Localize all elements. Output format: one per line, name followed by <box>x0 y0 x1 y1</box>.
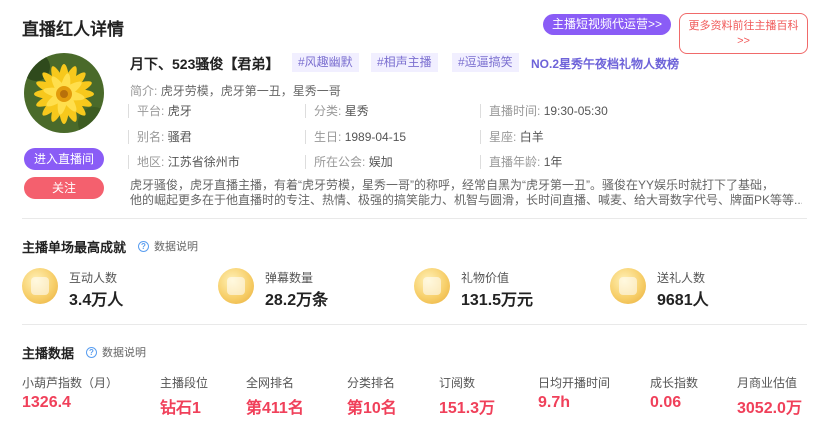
info-region: 地区: 江苏省徐州市 <box>128 155 240 169</box>
metric-global-rank: 全网排名 第411名 <box>246 376 304 417</box>
intro-label: 简介: <box>130 84 158 98</box>
page-title: 直播红人详情 <box>22 20 124 39</box>
question-icon: ? <box>86 346 97 358</box>
achievements-help[interactable]: ? 数据说明 <box>138 238 198 254</box>
intro-text: 虎牙劳模，虎牙第一丑，星秀一哥 <box>160 84 341 98</box>
achievements-title: 主播单场最高成就 <box>22 240 127 255</box>
crown-coin-icon <box>414 268 450 304</box>
tag-crosstalk[interactable]: #相声主播 <box>371 53 438 72</box>
info-live-time: 直播时间: 19:30-05:30 <box>480 104 608 118</box>
follow-button[interactable]: 关注 <box>24 177 104 199</box>
comment-coin-icon <box>218 268 254 304</box>
divider <box>22 324 807 325</box>
anchor-data-title: 主播数据 <box>22 346 75 361</box>
metric-category-rank: 分类排名 第10名 <box>347 376 397 417</box>
avatar <box>24 53 104 133</box>
info-category: 分类: 星秀 <box>305 104 369 118</box>
tag-funny[interactable]: #逗逼搞笑 <box>452 53 519 72</box>
metric-monthly-valuation: 月商业估值 3052.0万 <box>737 376 802 417</box>
enter-live-room-button[interactable]: 进入直播间 <box>24 148 104 170</box>
gift-coin-icon <box>610 268 646 304</box>
anchor-name: 月下、523骚俊【君弟】 <box>130 56 280 72</box>
users-coin-icon <box>22 268 58 304</box>
info-guild: 所在公会: 娱加 <box>305 155 393 169</box>
more-info-label: 更多资料前往主播百科 <box>688 20 799 32</box>
rank-link[interactable]: NO.2星秀午夜档礼物人数榜 <box>531 55 679 72</box>
divider <box>22 218 807 219</box>
info-constellation: 星座: 白羊 <box>480 130 544 144</box>
info-alias: 别名: 骚君 <box>128 130 192 144</box>
metric-tier: 主播段位 钻石1 <box>160 376 209 417</box>
metric-daily-hours: 日均开播时间 9.7h <box>538 376 611 411</box>
info-platform: 平台: 虎牙 <box>128 104 192 118</box>
metric-growth-index: 成长指数 0.06 <box>650 376 699 411</box>
more-info-arrow: >> <box>737 35 750 47</box>
anchor-data-help[interactable]: ? 数据说明 <box>86 344 146 360</box>
question-icon: ? <box>138 240 149 252</box>
info-birthday: 生日: 1989-04-15 <box>305 130 406 144</box>
intro: 简介: 虎牙劳模，虎牙第一丑，星秀一哥 <box>130 82 341 99</box>
anchor-description: 虎牙骚俊，虎牙直播主播，有着“虎牙劳模，星秀一哥”的称呼，经常自黑为“虎牙第一丑… <box>130 178 802 207</box>
metric-hulu-index: 小葫芦指数（月） 1326.4 <box>22 376 119 411</box>
info-live-age: 直播年龄: 1年 <box>480 155 562 169</box>
tag-humor[interactable]: #风趣幽默 <box>292 53 359 72</box>
metric-subscribers: 订阅数 151.3万 <box>439 376 496 417</box>
more-info-button[interactable]: 更多资料前往主播百科 >> <box>679 13 808 54</box>
short-video-promo-button[interactable]: 主播短视频代运营>> <box>543 14 672 35</box>
